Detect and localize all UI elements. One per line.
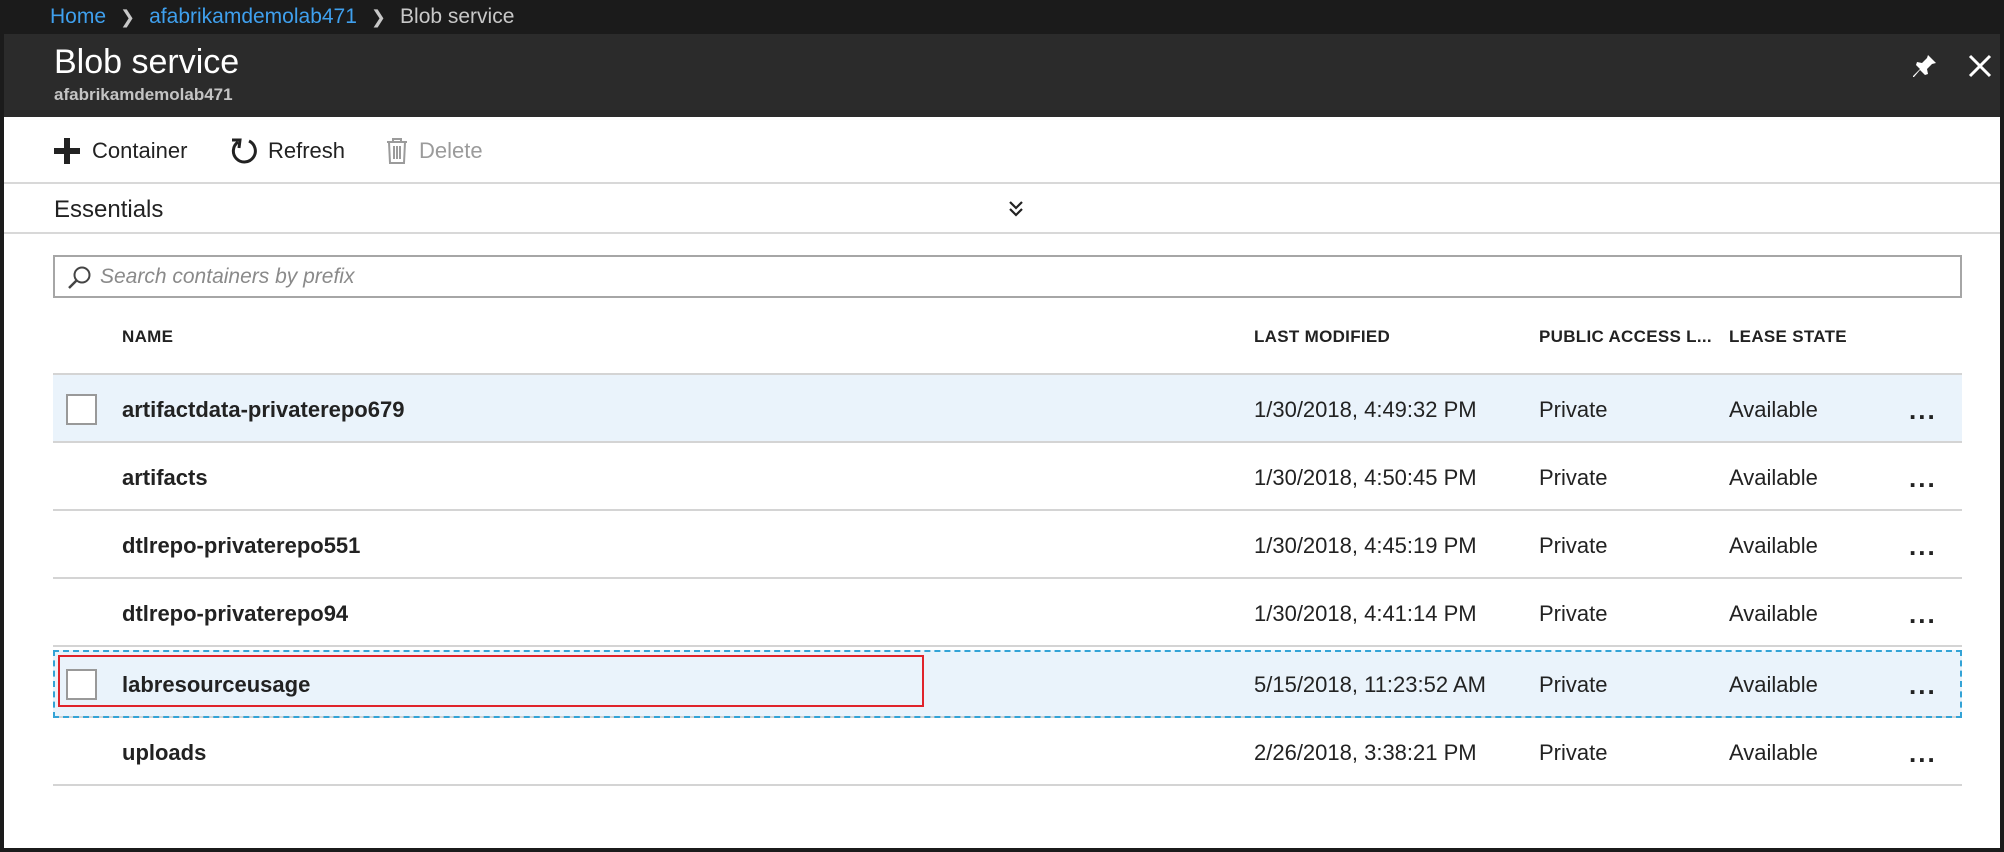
public-access: Private: [1539, 740, 1608, 765]
table-row-selected[interactable]: labresourceusage 5/15/2018, 11:23:52 AM …: [53, 650, 1962, 718]
chevron-right-icon: ❯: [370, 6, 387, 27]
add-container-label: Container: [92, 138, 188, 163]
refresh-button[interactable]: Refresh: [228, 134, 345, 168]
last-modified: 1/30/2018, 4:50:45 PM: [1254, 465, 1477, 490]
last-modified: 2/26/2018, 3:38:21 PM: [1254, 740, 1477, 765]
close-icon[interactable]: [1960, 46, 2000, 86]
plus-icon: [52, 136, 82, 166]
refresh-label: Refresh: [268, 138, 346, 163]
breadcrumb-storage-account-link[interactable]: afabrikamdemolab471: [149, 5, 357, 29]
lease-state: Available: [1729, 465, 1818, 490]
chevron-right-icon: ❯: [120, 6, 136, 27]
last-modified: 1/30/2018, 4:41:14 PM: [1254, 601, 1477, 626]
public-access: Private: [1539, 465, 1608, 490]
delete-label: Delete: [419, 138, 483, 163]
public-access: Private: [1539, 533, 1608, 558]
search-box: [53, 255, 1962, 298]
public-access: Private: [1539, 397, 1608, 422]
command-bar: Container Refresh Delete: [4, 117, 2000, 184]
column-header-last-modified[interactable]: LAST MODIFIED: [1254, 327, 1390, 347]
lease-state: Available: [1729, 601, 1818, 626]
table-row[interactable]: uploads 2/26/2018, 3:38:21 PM Private Av…: [53, 718, 1962, 786]
last-modified: 5/15/2018, 11:23:52 AM: [1254, 672, 1486, 697]
container-name[interactable]: artifactdata-privaterepo679: [122, 397, 404, 423]
search-icon: [67, 265, 93, 296]
more-options-icon[interactable]: ...: [1909, 463, 1937, 494]
page-subtitle: afabrikamdemolab471: [54, 85, 233, 104]
delete-button[interactable]: Delete: [385, 134, 483, 168]
breadcrumb-current: Blob service: [400, 5, 515, 28]
last-modified: 1/30/2018, 4:49:32 PM: [1254, 397, 1477, 422]
column-header-lease-state[interactable]: LEASE STATE: [1729, 327, 1847, 347]
more-options-icon[interactable]: ...: [1909, 395, 1937, 426]
row-checkbox[interactable]: [66, 669, 97, 700]
column-header-name[interactable]: NAME: [122, 327, 173, 347]
add-container-button[interactable]: Container: [52, 134, 187, 168]
more-options-icon[interactable]: ...: [1909, 599, 1937, 630]
container-name[interactable]: dtlrepo-privaterepo94: [122, 601, 348, 627]
container-name[interactable]: artifacts: [122, 465, 208, 491]
blade-header: Blob service afabrikamdemolab471: [4, 34, 2000, 117]
page-title: Blob service: [54, 43, 240, 81]
double-chevron-down-icon[interactable]: [1007, 199, 1025, 224]
container-name[interactable]: labresourceusage: [122, 672, 310, 698]
search-input[interactable]: [100, 257, 1950, 296]
table-row[interactable]: artifacts 1/30/2018, 4:50:45 PM Private …: [53, 443, 1962, 511]
trash-icon: [385, 137, 409, 165]
lease-state: Available: [1729, 740, 1818, 765]
table-row[interactable]: dtlrepo-privaterepo94 1/30/2018, 4:41:14…: [53, 579, 1962, 647]
more-options-icon[interactable]: ...: [1909, 738, 1937, 769]
breadcrumb: Home ❯ afabrikamdemolab471 ❯ Blob servic…: [0, 0, 2004, 34]
lease-state: Available: [1729, 397, 1818, 422]
lease-state: Available: [1729, 533, 1818, 558]
lease-state: Available: [1729, 672, 1818, 697]
container-name[interactable]: uploads: [122, 740, 206, 766]
essentials-label: Essentials: [54, 196, 164, 223]
last-modified: 1/30/2018, 4:45:19 PM: [1254, 533, 1477, 558]
more-options-icon[interactable]: ...: [1909, 670, 1937, 701]
table-row[interactable]: dtlrepo-privaterepo551 1/30/2018, 4:45:1…: [53, 511, 1962, 579]
table-row[interactable]: artifactdata-privaterepo679 1/30/2018, 4…: [53, 375, 1962, 443]
breadcrumb-home-link[interactable]: Home: [50, 5, 106, 29]
pin-icon[interactable]: [1905, 46, 1945, 86]
container-name[interactable]: dtlrepo-privaterepo551: [122, 533, 360, 559]
column-header-public-access[interactable]: PUBLIC ACCESS L...: [1539, 327, 1712, 347]
essentials-section[interactable]: Essentials: [4, 186, 2000, 234]
more-options-icon[interactable]: ...: [1909, 531, 1937, 562]
refresh-icon: [228, 136, 258, 166]
row-checkbox[interactable]: [66, 394, 97, 425]
public-access: Private: [1539, 672, 1608, 697]
public-access: Private: [1539, 601, 1608, 626]
